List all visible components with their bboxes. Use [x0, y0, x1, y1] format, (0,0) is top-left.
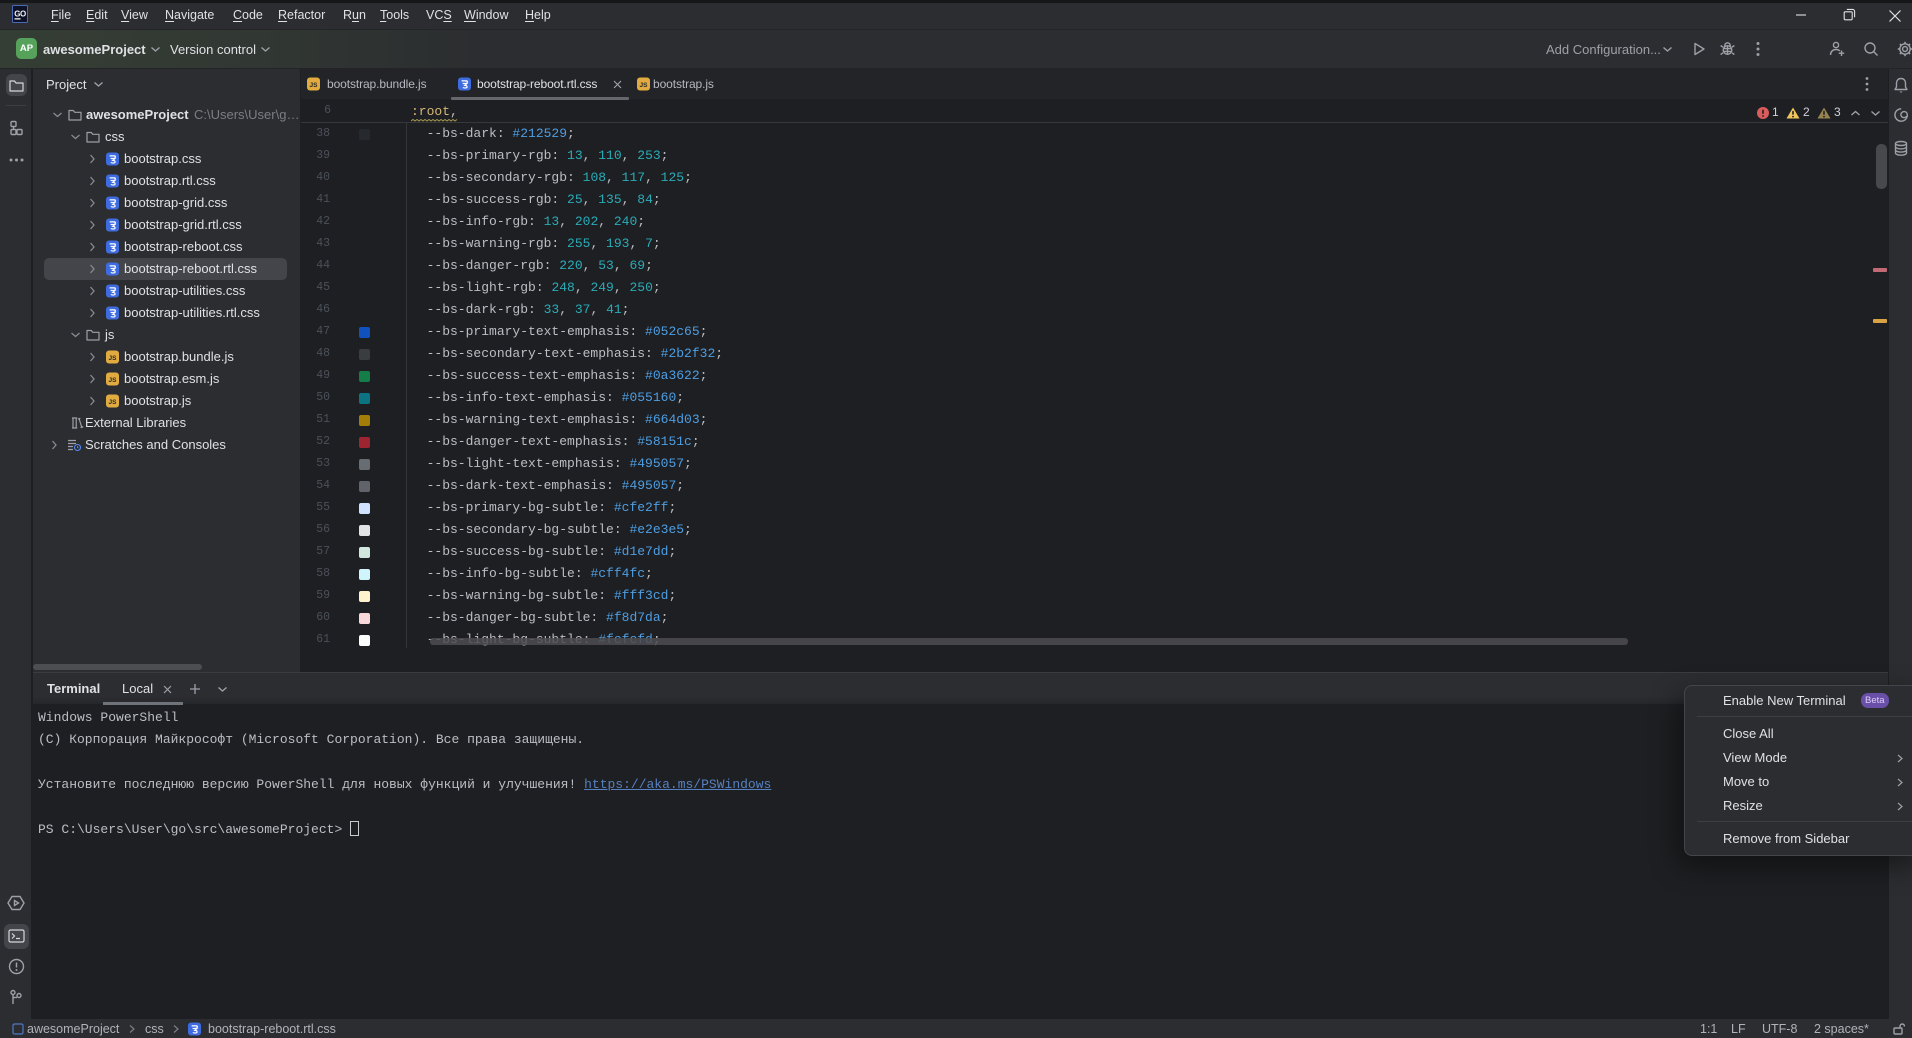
svg-text:JS: JS	[310, 82, 319, 89]
svg-text:JS: JS	[109, 355, 118, 362]
svg-text:JS: JS	[109, 377, 118, 384]
svg-text:GO: GO	[14, 10, 26, 19]
svg-text:JS: JS	[640, 82, 649, 89]
svg-text:JS: JS	[109, 399, 118, 406]
